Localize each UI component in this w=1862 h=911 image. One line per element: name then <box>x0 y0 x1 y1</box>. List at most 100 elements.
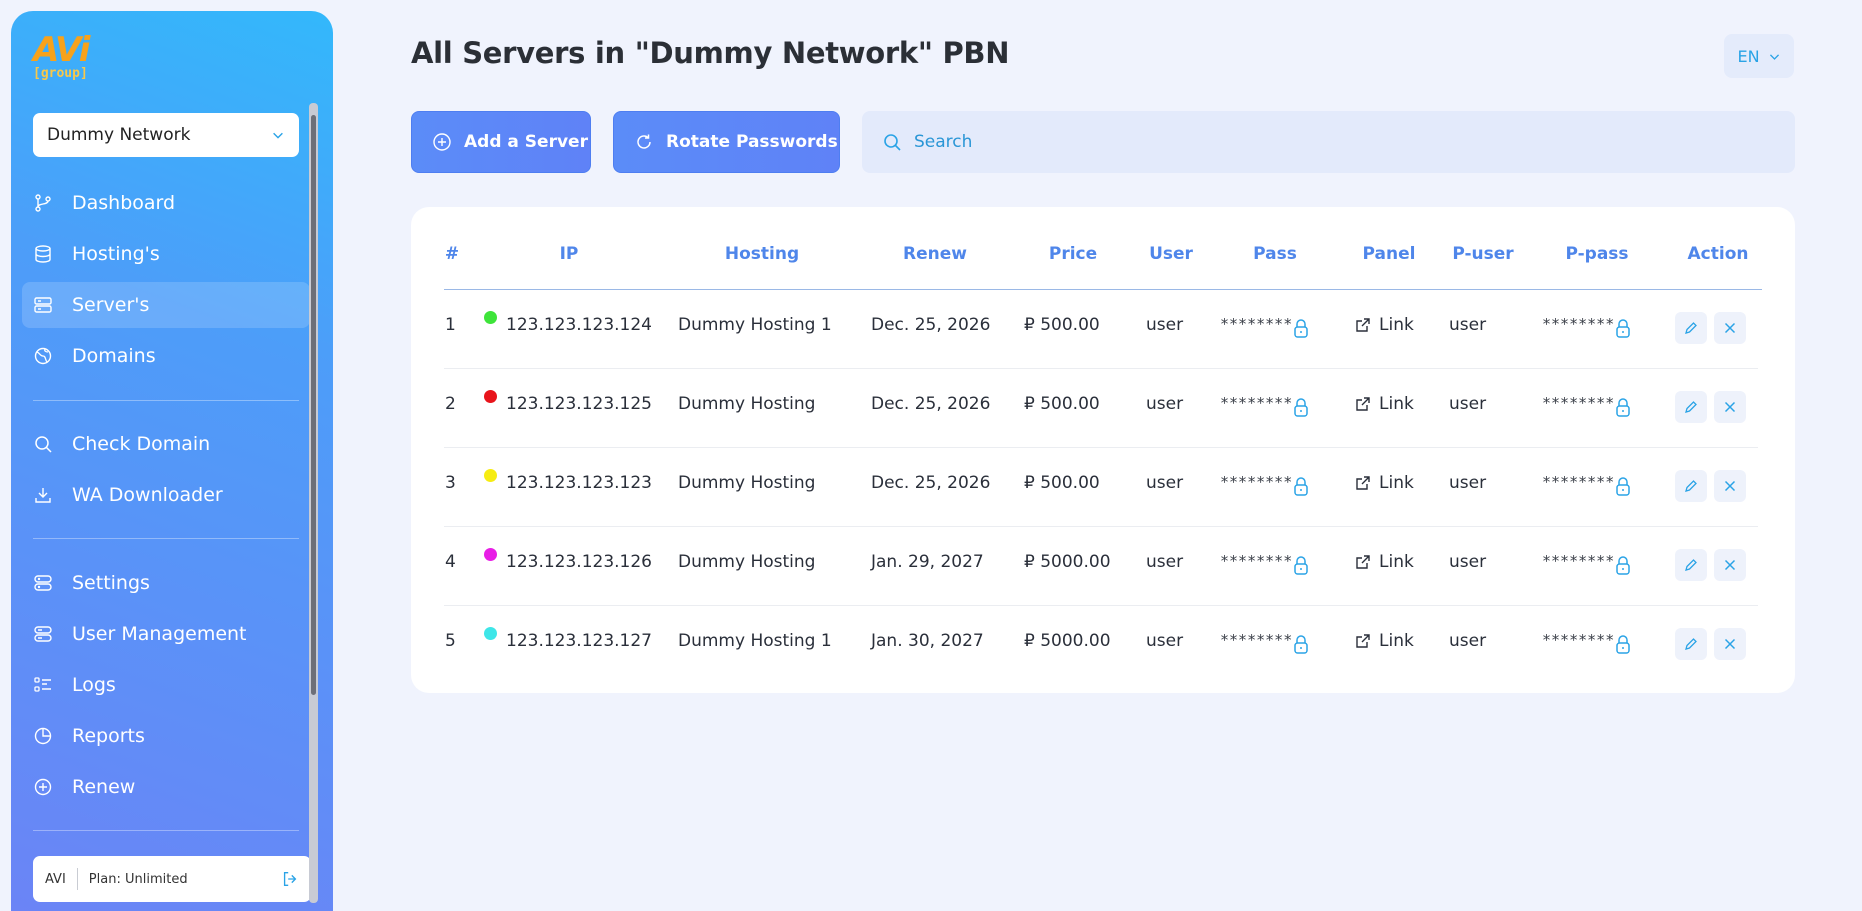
hosting-name[interactable]: Dummy Hosting <box>678 552 815 572</box>
sidebar-item-check-domain[interactable]: Check Domain <box>22 421 310 467</box>
network-select[interactable]: Dummy Network <box>33 113 299 157</box>
column-header[interactable]: Pass <box>1253 244 1297 264</box>
hosting-name[interactable]: Dummy Hosting 1 <box>678 631 832 651</box>
panel-password-masked: ******** <box>1542 473 1615 491</box>
search-bar[interactable] <box>862 111 1795 173</box>
edit-button[interactable] <box>1675 391 1707 423</box>
column-header[interactable]: Renew <box>903 244 967 264</box>
price: ₽ 5000.00 <box>1024 552 1111 572</box>
panel-link[interactable]: Link <box>1355 552 1414 572</box>
search-input[interactable] <box>914 132 1514 152</box>
sidebar-item-domains[interactable]: Domains <box>22 333 310 379</box>
account-plan-box: AVI Plan: Unlimited <box>33 856 311 902</box>
sidebar: AVi [group] Dummy Network Dashboard Hosti… <box>11 11 333 911</box>
brand-logo[interactable]: AVi [group] <box>33 33 97 85</box>
sidebar-item-label: Reports <box>72 725 145 747</box>
sidebar-scrollbar-thumb[interactable] <box>311 115 316 695</box>
lock-icon[interactable] <box>1292 634 1310 654</box>
add-server-button[interactable]: Add a Server <box>411 111 591 173</box>
ip-address[interactable]: 123.123.123.127 <box>506 631 652 651</box>
lock-icon[interactable] <box>1292 318 1310 338</box>
row-number: 3 <box>445 473 456 493</box>
lock-icon[interactable] <box>1292 397 1310 417</box>
column-header[interactable]: P-user <box>1452 244 1513 264</box>
column-header[interactable]: P-pass <box>1565 244 1628 264</box>
external-link-icon <box>1355 554 1379 570</box>
logout-icon[interactable] <box>281 870 299 888</box>
lock-icon[interactable] <box>1292 555 1310 575</box>
user: user <box>1146 394 1184 414</box>
sidebar-item-user-management[interactable]: User Management <box>22 611 310 657</box>
panel-password-masked: ******** <box>1542 552 1615 570</box>
column-header[interactable]: IP <box>560 244 579 264</box>
panel-user: user <box>1449 394 1487 414</box>
sidebar-item-dashboard[interactable]: Dashboard <box>22 180 310 226</box>
user: user <box>1146 473 1184 493</box>
ip-address[interactable]: 123.123.123.124 <box>506 315 652 335</box>
column-header[interactable]: Action <box>1688 244 1749 264</box>
panel-link[interactable]: Link <box>1355 631 1414 651</box>
delete-button[interactable] <box>1714 549 1746 581</box>
column-header[interactable]: Price <box>1049 244 1097 264</box>
language-select[interactable]: EN <box>1724 34 1794 78</box>
lock-icon[interactable] <box>1292 476 1310 496</box>
logo-brand: AVi <box>33 30 90 70</box>
price: ₽ 5000.00 <box>1024 631 1111 651</box>
status-dot <box>484 469 497 482</box>
servers-table-card <box>411 207 1795 693</box>
delete-button[interactable] <box>1714 470 1746 502</box>
column-header[interactable]: # <box>445 244 459 264</box>
pencil-icon <box>1684 637 1698 651</box>
delete-button[interactable] <box>1714 312 1746 344</box>
delete-button[interactable] <box>1714 391 1746 423</box>
sidebar-item-settings[interactable]: Settings <box>22 560 310 606</box>
ip-address[interactable]: 123.123.123.125 <box>506 394 652 414</box>
hosting-name[interactable]: Dummy Hosting 1 <box>678 315 832 335</box>
edit-button[interactable] <box>1675 312 1707 344</box>
hosting-name[interactable]: Dummy Hosting <box>678 473 815 493</box>
column-header[interactable]: Hosting <box>725 244 799 264</box>
lock-icon[interactable] <box>1614 634 1632 654</box>
edit-button[interactable] <box>1675 628 1707 660</box>
sidebar-item-hosting-s[interactable]: Hosting's <box>22 231 310 277</box>
sidebar-item-logs[interactable]: Logs <box>22 662 310 708</box>
user: user <box>1146 631 1184 651</box>
external-link-icon <box>1355 396 1379 412</box>
column-header[interactable]: Panel <box>1363 244 1416 264</box>
lock-icon[interactable] <box>1614 476 1632 496</box>
download-icon <box>32 484 54 506</box>
logo-sub: [group] <box>33 66 88 81</box>
lock-icon[interactable] <box>1614 318 1632 338</box>
sidebar-item-server-s[interactable]: Server's <box>22 282 310 328</box>
column-header[interactable]: User <box>1149 244 1193 264</box>
panel-password-masked: ******** <box>1542 315 1615 333</box>
pie-chart-icon <box>32 725 54 747</box>
lock-icon[interactable] <box>1614 397 1632 417</box>
ip-address[interactable]: 123.123.123.123 <box>506 473 652 493</box>
panel-link[interactable]: Link <box>1355 315 1414 335</box>
ip-address[interactable]: 123.123.123.126 <box>506 552 652 572</box>
sidebar-item-wa-downloader[interactable]: WA Downloader <box>22 472 310 518</box>
sidebar-item-label: Server's <box>72 294 150 316</box>
password-masked: ******** <box>1220 631 1293 649</box>
rotate-passwords-label: Rotate Passwords <box>666 132 838 152</box>
external-link-icon <box>1355 317 1379 333</box>
refresh-icon <box>637 134 651 149</box>
price: ₽ 500.00 <box>1024 394 1100 414</box>
rotate-passwords-button[interactable]: Rotate Passwords <box>613 111 840 173</box>
edit-button[interactable] <box>1675 549 1707 581</box>
panel-link[interactable]: Link <box>1355 394 1414 414</box>
delete-button[interactable] <box>1714 628 1746 660</box>
lock-icon[interactable] <box>1614 555 1632 575</box>
status-dot <box>484 311 497 324</box>
panel-link[interactable]: Link <box>1355 473 1414 493</box>
list-icon <box>32 674 54 696</box>
sidebar-item-reports[interactable]: Reports <box>22 713 310 759</box>
external-link-icon <box>1355 633 1379 649</box>
edit-button[interactable] <box>1675 470 1707 502</box>
sidebar-item-renew[interactable]: Renew <box>22 764 310 810</box>
hosting-name[interactable]: Dummy Hosting <box>678 394 815 414</box>
pencil-icon <box>1684 479 1698 493</box>
database-icon <box>32 243 54 265</box>
sidebar-item-label: Check Domain <box>72 433 211 455</box>
